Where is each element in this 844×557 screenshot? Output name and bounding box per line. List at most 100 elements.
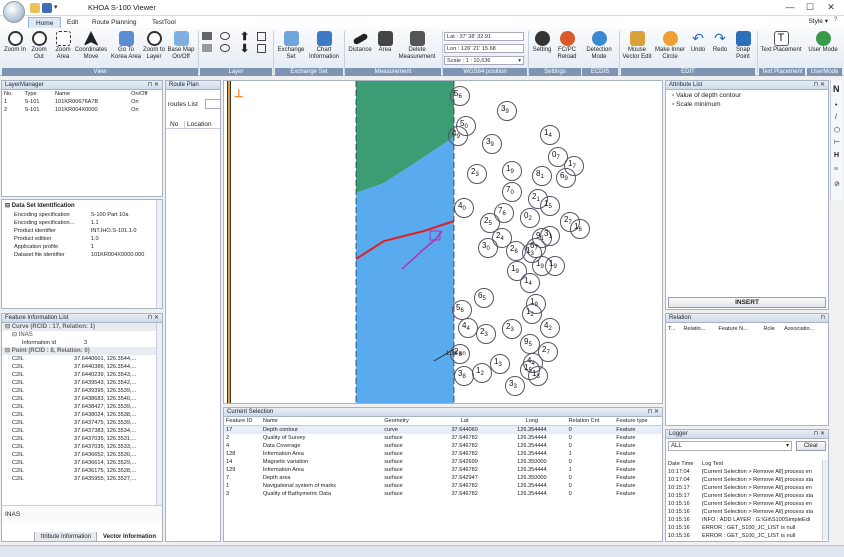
sounding-label[interactable]: 19 bbox=[506, 164, 514, 175]
text-placement-button[interactable]: T Text Placement bbox=[760, 31, 802, 67]
sounding-label[interactable]: 26 bbox=[510, 244, 518, 255]
point-row[interactable]: C2IL 37.6437475, 126.3539,... bbox=[2, 419, 156, 427]
sounding-label[interactable]: 42 bbox=[544, 321, 552, 332]
layer-list-icon[interactable] bbox=[202, 32, 212, 40]
redo-button[interactable]: ↷ Redo bbox=[710, 31, 730, 67]
point-row[interactable]: C2IL 37.6435955, 126.3527,... bbox=[2, 475, 156, 483]
tree-group-point[interactable]: ⊟ Point (RCID : 8, Relation: 0) bbox=[2, 347, 156, 355]
map-view[interactable]: ⊥ 56 39 50 49 39 14 23 19 07 81 69 17 70 21 40 76 25 02 15… bbox=[223, 80, 663, 404]
tab-testtool[interactable]: TestTool bbox=[145, 17, 183, 28]
log-row[interactable]: 10:15:17 [Current Selection > Remove All]… bbox=[666, 492, 822, 500]
table-row[interactable]: 128 Information Area surface 37.646782 126.3… bbox=[224, 450, 662, 458]
log-row[interactable]: 10:15:16 ERROR : GET_S100_JC_LIST is null bbox=[666, 524, 822, 532]
move-layer-down-icon[interactable]: ⬇ bbox=[240, 42, 249, 55]
pin-close-icon[interactable]: ⊓ ✕ bbox=[814, 81, 825, 90]
quick-access-dropdown-icon[interactable]: ▾ bbox=[54, 3, 62, 13]
polygon-tool-icon[interactable]: ⬡ bbox=[834, 126, 840, 134]
vertical-scrollbar[interactable] bbox=[156, 323, 162, 505]
table-row[interactable]: 7 Depth area surface 37.642947 126.350000 0 Fe… bbox=[224, 474, 662, 482]
routes-list-select[interactable] bbox=[205, 99, 221, 109]
point-row[interactable]: C2IL 37.6436175, 126.3528,... bbox=[2, 467, 156, 475]
point-row[interactable]: C2IL 37.6438024, 126.3538,... bbox=[2, 411, 156, 419]
attribute-item[interactable]: ▫ Value of depth contour bbox=[672, 91, 741, 100]
pin-close-icon[interactable]: ⊓ ✕ bbox=[814, 430, 825, 439]
log-row[interactable]: 10:15:16 ERROR : GET_S100_JC_LIST is null bbox=[666, 532, 822, 540]
property-value[interactable]: 1 bbox=[89, 243, 156, 251]
point-row[interactable]: C2IL 37.6436614, 126.3529,... bbox=[2, 459, 156, 467]
scale-select[interactable]: Scale : 1 : 10,636 ▾ bbox=[444, 56, 524, 65]
tree-group-curve[interactable]: ⊟ Curve (RCID : 17, Relation: 1) bbox=[2, 323, 156, 331]
sounding-label[interactable]: 13 bbox=[532, 369, 540, 380]
sounding-label[interactable]: 76 bbox=[498, 206, 506, 217]
vertical-scrollbar[interactable] bbox=[822, 460, 828, 540]
point-row[interactable]: C2IL 37.6438683, 126.3540,... bbox=[2, 395, 156, 403]
line-tool-icon[interactable]: / bbox=[835, 114, 837, 121]
sounding-label[interactable]: 19 bbox=[530, 297, 538, 308]
log-filter-select[interactable]: ALL ▾ bbox=[668, 441, 792, 451]
delete-measurement-button[interactable]: Delete Measurement bbox=[396, 31, 438, 67]
tab-edit[interactable]: Edit bbox=[60, 17, 85, 28]
table-row[interactable]: 129 Information Area surface 37.646782 126.3… bbox=[224, 466, 662, 474]
sounding-label[interactable]: 70 bbox=[506, 185, 514, 196]
pin-close-icon[interactable]: ⊓ ✕ bbox=[648, 408, 659, 417]
height-tool-icon[interactable]: H bbox=[834, 152, 839, 159]
log-row[interactable]: 10:17:04 [Current Selection > Remove All]… bbox=[666, 468, 822, 476]
attribute-item[interactable]: ▫ Scale minimum bbox=[672, 100, 741, 109]
save-icon[interactable] bbox=[42, 3, 52, 13]
point-row[interactable]: C2IL 37.6440601, 126.3544,... bbox=[2, 355, 156, 363]
insert-button[interactable]: INSERT bbox=[668, 297, 826, 308]
pin-close-icon[interactable]: ⊓ ✕ bbox=[148, 314, 159, 323]
property-value[interactable]: 1.0 bbox=[89, 235, 156, 243]
sounding-label[interactable]: 12 bbox=[476, 366, 484, 377]
split-tool-icon[interactable]: ⊢ bbox=[834, 138, 840, 146]
help-icon[interactable]: ? bbox=[834, 17, 837, 23]
sounding-label[interactable]: 27 bbox=[542, 345, 550, 356]
coordinates-move-button[interactable]: Coordinates Move bbox=[74, 31, 108, 67]
property-value[interactable]: 1.1 bbox=[89, 219, 156, 227]
link-tool-icon[interactable]: ⊘ bbox=[834, 180, 840, 188]
zoom-area-button[interactable]: Zoom Area bbox=[52, 31, 74, 67]
property-value[interactable]: 101KR004X0000.000 bbox=[89, 251, 156, 259]
sounding-label[interactable]: 25 bbox=[484, 216, 492, 227]
sounding-label[interactable]: 81 bbox=[536, 169, 544, 180]
sounding-label[interactable]: 38 bbox=[458, 369, 466, 380]
sounding-label[interactable]: 65 bbox=[478, 291, 486, 302]
north-up-icon[interactable]: N bbox=[833, 84, 840, 94]
point-row[interactable]: C2IL 37.6437035, 126.3533,... bbox=[2, 443, 156, 451]
setting-button[interactable]: Setting bbox=[530, 31, 554, 67]
minimize-button[interactable]: — bbox=[783, 2, 797, 12]
style-menu[interactable]: Style ▾ bbox=[808, 17, 828, 25]
sounding-label[interactable]: 95 bbox=[524, 337, 532, 348]
sounding-label[interactable]: 13 bbox=[494, 357, 502, 368]
point-row[interactable]: C2IL 37.6439543, 126.3542,... bbox=[2, 379, 156, 387]
sounding-label[interactable]: 33 bbox=[509, 379, 517, 390]
table-row[interactable]: 1 Navigational system of marks surface 37.6… bbox=[224, 482, 662, 490]
layer-export-icon[interactable] bbox=[257, 44, 266, 53]
chart-information-button[interactable]: Chart Information bbox=[306, 31, 342, 67]
table-row[interactable]: 1 S-101 101KR00676A7B On bbox=[2, 98, 162, 106]
tab-route-planning[interactable]: Route Planning bbox=[85, 17, 143, 28]
base-map-toggle-button[interactable]: Base Map On/Off bbox=[166, 31, 196, 67]
hide-layer-icon[interactable] bbox=[220, 44, 230, 52]
snap-point-button[interactable]: Snap Point bbox=[732, 31, 754, 67]
detection-mode-button[interactable]: Detection Mode bbox=[582, 31, 616, 67]
sounding-label[interactable]: 30 bbox=[482, 241, 490, 252]
point-row[interactable]: C2IL 37.6436652, 126.3530,... bbox=[2, 451, 156, 459]
sounding-label[interactable]: 19 bbox=[549, 259, 557, 270]
app-menu-button[interactable] bbox=[3, 1, 25, 23]
undo-button[interactable]: ↶ Undo bbox=[688, 31, 708, 67]
property-value[interactable]: S-100 Part 10a bbox=[89, 211, 156, 219]
point-row[interactable]: C2IL 37.6437383, 126.3534,... bbox=[2, 427, 156, 435]
go-to-korea-area-button[interactable]: Go To Korea Area bbox=[110, 31, 142, 67]
maximize-button[interactable]: ☐ bbox=[803, 2, 817, 13]
sounding-label[interactable]: 44 bbox=[462, 321, 470, 332]
sounding-label[interactable]: 56 bbox=[454, 89, 462, 100]
zoom-in-button[interactable]: Zoom In bbox=[4, 31, 26, 67]
clear-log-button[interactable]: Clear bbox=[796, 441, 826, 451]
sounding-label[interactable]: 40 bbox=[458, 201, 466, 212]
sounding-label[interactable]: 23 bbox=[471, 167, 479, 178]
open-folder-icon[interactable] bbox=[30, 3, 40, 13]
zoom-to-layer-button[interactable]: Zoom to Layer bbox=[142, 31, 166, 67]
sounding-label[interactable]: 14 bbox=[544, 128, 552, 139]
table-row[interactable]: 14 Magnetic variation surface 37.642699 126.… bbox=[224, 458, 662, 466]
